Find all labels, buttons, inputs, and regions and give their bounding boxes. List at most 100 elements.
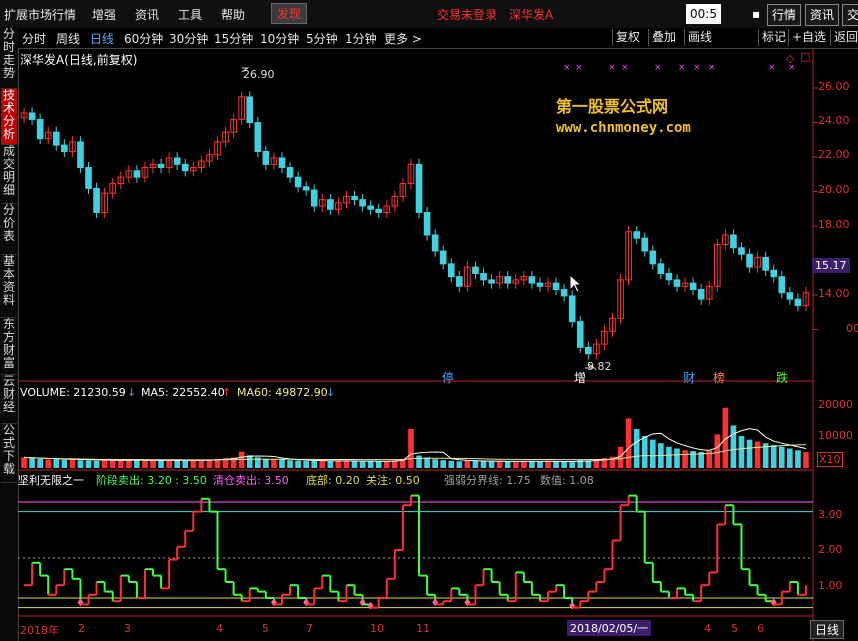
back-button[interactable]: 返回 [830, 29, 858, 46]
period-indicator[interactable]: 日线 [810, 620, 845, 639]
candle-body [415, 163, 423, 213]
sidebar-tab-technical[interactable]: 技术分析 [1, 89, 17, 145]
menu-discover[interactable]: 发现 [271, 3, 308, 24]
volume-bar [738, 436, 745, 468]
current-price-tag: 15.17 [812, 258, 850, 273]
candle-body [52, 131, 60, 146]
candle-body [447, 263, 455, 278]
candle-body [738, 247, 745, 255]
diamond-icon[interactable]: ◇ [786, 52, 794, 65]
price-tick: 24.00 [818, 114, 850, 127]
indicator-stage-sell: 阶段卖出: 3.20 : 3.50 [96, 474, 207, 487]
adjust-button[interactable]: 复权 [612, 29, 643, 46]
date-label: 3 [124, 622, 131, 635]
volume-bar [198, 459, 205, 468]
period-daily[interactable]: 日线 [90, 30, 114, 47]
x-marker-icon: × [768, 63, 776, 73]
menu-help[interactable]: 帮助 [221, 6, 245, 23]
candle-body [786, 292, 794, 300]
menu-enhance[interactable]: 增强 [92, 6, 116, 23]
price-tick: 22.00 [818, 148, 850, 161]
clock: 00:5 [686, 4, 721, 24]
volume-bar [730, 425, 737, 468]
menu-tools[interactable]: 工具 [178, 6, 202, 23]
date-label: 11 [416, 622, 430, 635]
candle-body [93, 187, 100, 213]
draw-line-button[interactable]: 画线 [684, 29, 719, 46]
volume-bar [359, 461, 366, 468]
period-15min[interactable]: 15分钟 [214, 30, 253, 47]
volume-bar [521, 460, 527, 468]
period-intraday[interactable]: 分时 [22, 30, 46, 47]
trade-button[interactable]: 交 [842, 4, 858, 26]
indicator-lines [18, 494, 813, 610]
sidebar-tab-eastmoney[interactable]: 东方财富 [1, 318, 17, 375]
menu-news[interactable]: 资讯 [135, 6, 159, 23]
volume-bar [448, 460, 455, 468]
candle-body [673, 279, 681, 287]
sidebar-tab-trades[interactable]: 成交明细 [1, 145, 17, 204]
date-label: 7 [306, 622, 313, 635]
quote-button[interactable]: 行情 [767, 4, 802, 26]
x-marker-icon: × [678, 63, 686, 73]
date-label: 4 [704, 622, 711, 635]
add-watchlist-button[interactable]: +自选 [788, 29, 829, 46]
period-1min[interactable]: 1分钟 [345, 30, 377, 47]
candle-body [327, 199, 334, 210]
period-30min[interactable]: 30分钟 [169, 30, 208, 47]
news-button[interactable]: 资讯 [805, 4, 840, 26]
close-icon[interactable]: □ [800, 50, 810, 63]
sidebar-tab-cloud-finance[interactable]: 云财经 [1, 375, 17, 424]
candle-body [480, 272, 487, 281]
overlay-button[interactable]: 叠加 [648, 29, 679, 46]
volume-bar [690, 450, 696, 468]
candle-body [28, 112, 36, 120]
period-weekly[interactable]: 周线 [56, 30, 80, 47]
price-tick: 00 [846, 322, 858, 335]
candle-body [310, 189, 318, 207]
chart-grid [18, 48, 818, 641]
volume-bar [666, 446, 672, 468]
volume-bar [101, 459, 108, 468]
mark-button[interactable]: 标记 [758, 29, 789, 46]
period-more[interactable]: 更多 > [384, 30, 422, 47]
period-10min[interactable]: 10分钟 [260, 30, 299, 47]
sidebar-tab-formula[interactable]: 公式下载 [1, 424, 17, 483]
candle-body [36, 118, 44, 140]
ma60-down-arrow-icon: ↓ [326, 386, 336, 399]
event-drop-marker[interactable]: 跌 [775, 369, 789, 386]
sidebar-tab-profile[interactable]: 基本资料 [1, 255, 17, 318]
volume-bar [53, 459, 60, 468]
event-list-marker[interactable]: 榜 [712, 369, 726, 386]
period-5min[interactable]: 5分钟 [306, 30, 338, 47]
price-tick: 14.00 [818, 287, 850, 300]
candle-body [649, 250, 657, 265]
candle-body [278, 157, 286, 169]
window-minimize-icon[interactable]: ▪ [748, 4, 764, 24]
candle-body [552, 282, 560, 291]
indicator-tick: 2.00 [818, 543, 843, 556]
sidebar-tab-intraday[interactable]: 分时走势 [1, 28, 17, 89]
volume-bar [142, 460, 148, 468]
event-finance-marker[interactable]: 财 [682, 369, 696, 386]
candle-body [794, 298, 802, 307]
volume-bar [803, 452, 809, 468]
volume-bar [375, 461, 382, 468]
period-60min[interactable]: 60分钟 [124, 30, 163, 47]
volume-bar [625, 418, 632, 468]
volume-bar [504, 461, 511, 468]
indicator-name[interactable]: 坚利无限之一 [18, 472, 84, 488]
volume-ma60: MA60: 49872.90 [237, 386, 328, 399]
menu-extended-market[interactable]: 扩展市场行情 [4, 6, 76, 23]
volume-bar [117, 460, 124, 468]
login-status[interactable]: 交易未登录 [437, 6, 497, 23]
chart-area[interactable]: × × × × × × × × × × [18, 48, 858, 641]
event-increase-marker[interactable]: 增 [573, 369, 587, 386]
volume-bar [512, 461, 519, 468]
volume-bar [327, 461, 334, 468]
volume-bar [311, 460, 318, 468]
event-suspend-marker[interactable]: 停 [441, 369, 455, 386]
volume-bar [351, 461, 358, 468]
indicator-clear-sell: 清仓卖出: 3.50 [213, 474, 289, 487]
sidebar-tab-price-table[interactable]: 分价表 [1, 204, 17, 255]
